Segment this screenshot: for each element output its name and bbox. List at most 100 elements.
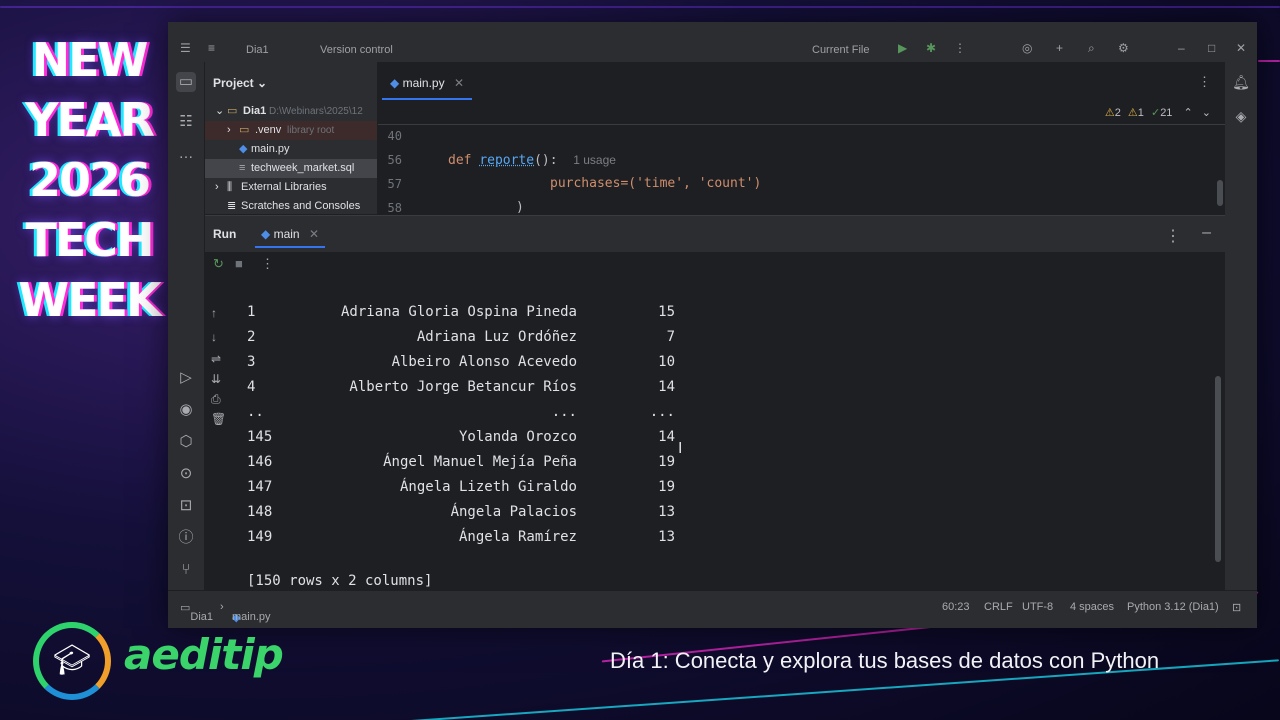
chevron-down-icon: ⌄ [215,105,225,117]
project-switcher[interactable]: Dia1 [246,44,269,56]
structure-icon[interactable]: ☷ [176,112,196,132]
row-name: Adriana Luz Ordóñez [416,329,577,345]
problems-icon[interactable]: ⓘ [176,528,196,548]
more-icon[interactable]: ⋮ [1198,74,1211,90]
title-bar: ☰ ≡ Dia1 Version control Current File ▶ … [168,22,1257,62]
row-index: 1 [247,304,256,320]
tab-label: main [273,227,300,241]
project-panel-title[interactable]: Project ⌄ [213,76,267,90]
close-icon[interactable]: ✕ [1236,42,1248,54]
ai-assistant-icon[interactable]: ◈ [1231,106,1251,126]
row-value: 14 [658,429,675,445]
inspection-widget[interactable]: ⚠2 ⚠1 ✓21 ⌃ ⌄ [1105,106,1211,119]
debug-icon[interactable]: ✱ [926,42,938,54]
warning-count: 2 [1114,107,1121,119]
tree-item-scratches[interactable]: ≣ Scratches and Consoles [205,197,377,214]
function-name: reporte [479,153,535,168]
row-value: 19 [658,479,675,495]
tree-item-label: Scratches and Consoles [241,200,361,212]
file-encoding[interactable]: UTF-8 [1022,601,1053,613]
breadcrumb-project[interactable]: ▭ Dia1 [180,601,213,623]
run-vertical-scrollbar[interactable] [1215,376,1221,562]
session-subtitle: Día 1: Conecta y explora tus bases de da… [610,648,1160,673]
more-icon[interactable]: ⋮ [1165,226,1181,246]
library-root-hint: library root [287,125,335,136]
hamburger-icon[interactable]: ≡ [208,42,220,54]
run-tool-icon[interactable]: ▷ [176,368,196,388]
python-interpreter[interactable]: Python 3.12 (Dia1) [1127,601,1219,613]
folder-icon[interactable]: ▭ [176,72,196,92]
indent-setting[interactable]: 4 spaces [1070,601,1114,613]
chevron-up-icon[interactable]: ⌃ [1184,107,1193,119]
arrow-down-icon[interactable]: ↓ [211,330,217,344]
row-name: Alberto Jorge Betancur Ríos [349,379,577,395]
ide-window: ☰ ≡ Dia1 Version control Current File ▶ … [168,22,1257,628]
more-icon[interactable]: ⋮ [954,42,966,54]
git-icon[interactable]: ⑂ [176,560,196,580]
chevron-right-icon: › [215,181,219,193]
code-line[interactable]: 56 purchases=('time', 'count') [378,124,1225,191]
tab-main-py[interactable]: ◆ main.py ✕ [382,70,473,100]
breadcrumb-label: main.py [232,611,271,623]
row-index: .. [247,404,264,420]
notifications-icon[interactable]: 🔔︎ [1231,72,1251,92]
vcs-menu[interactable]: Version control [320,44,393,56]
tree-item-root[interactable]: ⌄ ▭ Dia1 D:\Webinars\2025\12 [205,102,377,121]
minimize-icon[interactable]: – [1178,42,1190,54]
hide-panel-icon[interactable]: – [1202,224,1211,242]
scroll-to-end-icon[interactable]: ⇊ [211,372,221,386]
python-packages-icon[interactable]: ⬡ [176,432,196,452]
code-line[interactable]: 58 ) [378,172,1225,239]
run-config-selector[interactable]: Current File [812,44,869,56]
editor-vertical-scrollbar[interactable] [1217,180,1223,206]
run-panel-header: Run ◆ main ✕ ⋮ – [205,216,1225,252]
banner-line: WEEK [18,273,161,327]
arrow-up-icon[interactable]: ↑ [211,306,217,320]
weak-warning-count: 1 [1137,107,1144,119]
python-file-icon: ◆ [261,227,271,241]
menu-icon[interactable]: ☰ [180,42,192,54]
add-user-icon[interactable]: + [1056,42,1068,54]
banner-line: YEAR [25,93,155,147]
tree-item-label: Dia1 [243,105,267,117]
sticky-header[interactable]: 40 def reporte(): 1 usage ⚠2 ⚠1 ✓21 ⌃ ⌄ [378,100,1225,168]
close-tab-icon[interactable]: ✕ [309,227,319,241]
chevron-down-icon[interactable]: ⌄ [1202,107,1211,119]
row-name: Ángela Ramírez [458,529,577,545]
project-title-label: Project [213,76,254,90]
restore-icon[interactable]: □ [1208,42,1220,54]
row-name: Yolanda Orozco [458,429,577,445]
scratches-icon: ≣ [227,200,237,212]
code-with-me-icon[interactable]: ◎ [1022,42,1034,54]
run-icon[interactable]: ▶ [898,42,910,54]
rerun-icon[interactable]: ↻ [213,256,224,272]
tree-item-sql[interactable]: ≡ techweek_market.sql [205,159,377,178]
print-icon[interactable]: ⎙ [211,392,221,407]
graduation-cap-icon: 🎓︎ [52,644,92,677]
usage-hint[interactable]: 1 usage [573,153,616,167]
close-tab-icon[interactable]: ✕ [454,76,464,90]
tree-item-external-libraries[interactable]: › ⫼ External Libraries [205,178,377,197]
terminal-icon[interactable]: ⊡ [176,496,196,516]
stop-icon[interactable]: ■ [235,256,243,271]
soft-wrap-icon[interactable]: ⇌ [211,352,221,366]
python-console-icon[interactable]: ◉ [176,400,196,420]
tree-item-label: main.py [251,143,290,155]
status-bar: ▭ Dia1 › ◆ main.py 60:23 CRLF UTF-8 4 sp… [168,590,1257,628]
tab-run-main[interactable]: ◆ main ✕ [255,222,325,248]
tree-item-venv[interactable]: › ▭ .venv library root [205,121,377,140]
tree-item-main-py[interactable]: ◆ main.py [205,140,377,159]
lock-icon[interactable]: ⊡ [1232,601,1241,614]
services-icon[interactable]: ⊙ [176,464,196,484]
settings-icon[interactable]: ⚙ [1118,42,1130,54]
line-number: 40 [387,129,402,143]
trash-icon[interactable]: 🗑︎ [211,412,226,426]
more-icon[interactable]: ⋮ [261,256,274,272]
row-name: Adriana Gloria Ospina Pineda [340,304,577,320]
banner-line: 2026 [28,153,151,207]
search-icon[interactable]: ⌕ [1088,42,1100,54]
code-line: 40 def reporte(): 1 usage [378,100,1225,168]
line-ending[interactable]: CRLF [984,601,1013,613]
more-tools-icon[interactable]: … [176,144,196,164]
caret-position[interactable]: 60:23 [942,601,970,613]
